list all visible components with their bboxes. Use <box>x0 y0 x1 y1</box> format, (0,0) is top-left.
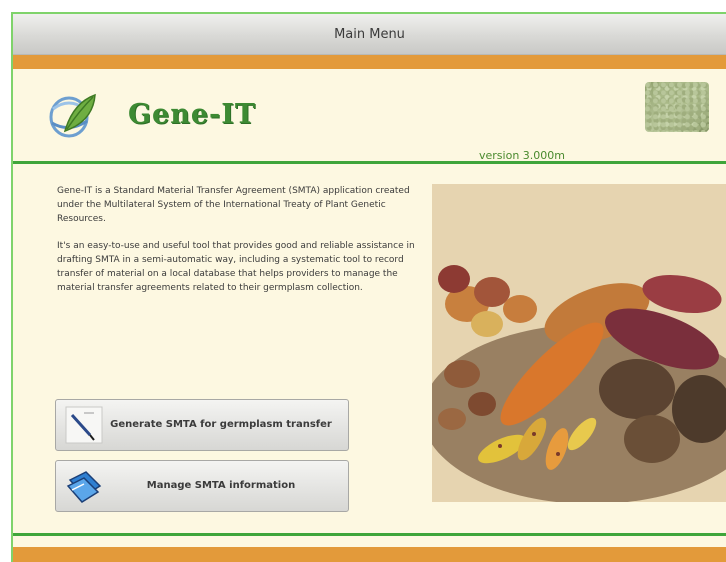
app-header: Gene-IT version 3.000m <box>13 69 726 162</box>
crops-photo <box>432 184 726 502</box>
description-paragraph-2: It's an easy-to-use and useful tool that… <box>57 241 415 293</box>
folders-icon <box>66 471 102 503</box>
seed-image <box>645 82 709 132</box>
description-paragraph-1: Gene-IT is a Standard Material Transfer … <box>57 186 410 224</box>
app-description: Gene-IT is a Standard Material Transfer … <box>57 184 417 308</box>
bottom-orange-band <box>13 547 726 562</box>
window-titlebar[interactable]: Main Menu <box>13 14 726 55</box>
pen-icon <box>65 406 103 444</box>
manage-smta-label: Manage SMTA information <box>146 480 296 491</box>
leaf-globe-icon <box>49 93 96 138</box>
header-divider <box>13 161 726 164</box>
footer-divider <box>13 533 726 536</box>
generate-smta-button[interactable]: Generate SMTA for germplasm transfer <box>55 399 349 451</box>
app-logo-text: Gene-IT <box>128 99 256 130</box>
manage-smta-button[interactable]: Manage SMTA information <box>55 460 349 512</box>
crops-photo-drawing <box>432 184 726 502</box>
generate-smta-label: Generate SMTA for germplasm transfer <box>110 419 332 430</box>
window-title: Main Menu <box>334 26 405 42</box>
main-menu-window: Main Menu Gene-IT version 3.000m Gene-IT… <box>11 12 726 562</box>
top-orange-band <box>13 55 726 69</box>
